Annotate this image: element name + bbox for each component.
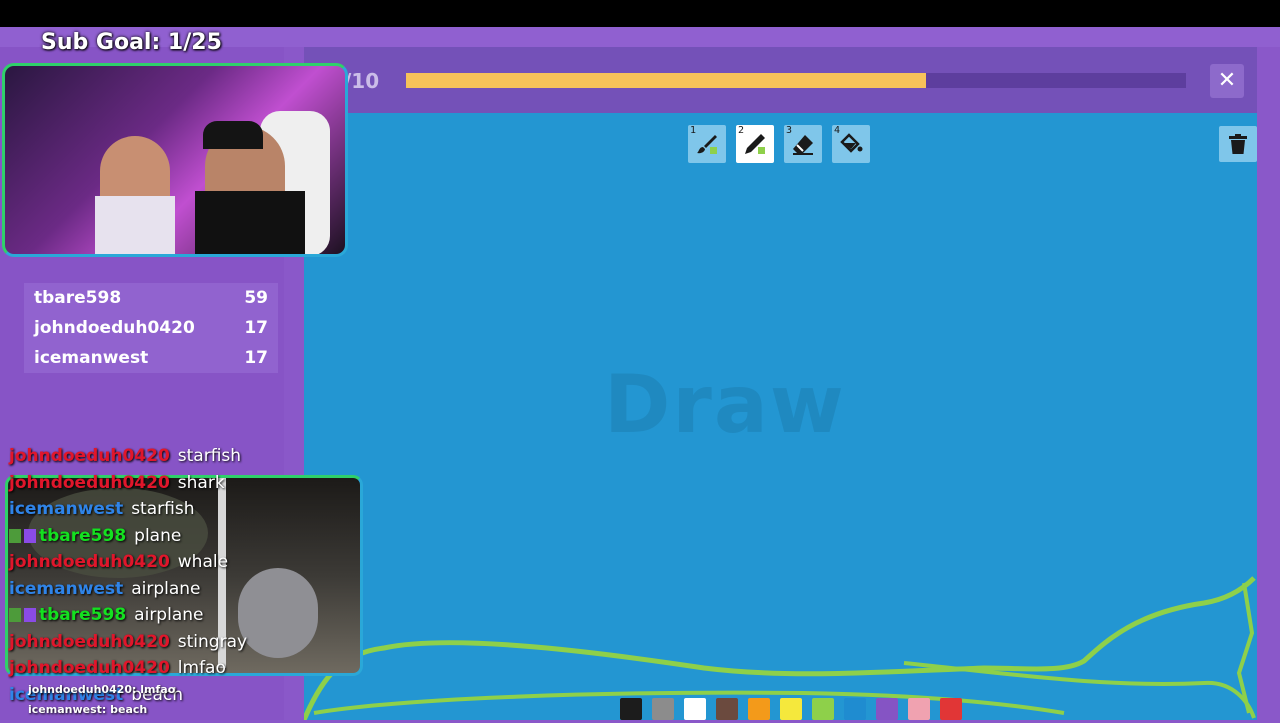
color-swatch[interactable]	[812, 698, 834, 720]
chat-text: shark	[177, 472, 225, 493]
chat-text: lmfao	[177, 658, 226, 678]
mini-chat-line: johndoeduh0420: lmfao	[28, 683, 176, 696]
color-swatch[interactable]	[652, 698, 674, 720]
player-name: icemanwest	[34, 348, 149, 368]
player-score: 17	[244, 318, 268, 338]
streamer-hat	[203, 121, 263, 149]
chat-message: tbare598 airplane	[9, 605, 339, 632]
chat-message: johndoeduh0420 starfish	[9, 446, 339, 473]
score-row: icemanwest 17	[24, 343, 278, 373]
player-name: tbare598	[34, 288, 122, 308]
timer-progress-fill	[406, 73, 927, 88]
chat-message: icemanwest starfish	[9, 499, 339, 526]
mini-chat-line: icemanwest: beach	[28, 703, 148, 716]
chat-message: johndoeduh0420 lmfao	[9, 658, 339, 685]
player-name: johndoeduh0420	[34, 318, 195, 338]
chat-message: icemanwest airplane	[9, 579, 339, 606]
player-score: 59	[244, 288, 268, 308]
chat-text: starfish	[131, 499, 195, 519]
chat-text: plane	[134, 525, 182, 546]
game-header: /10 ✕	[304, 47, 1257, 113]
chat-username: tbare598	[39, 525, 127, 546]
chat-username: johndoeduh0420	[9, 658, 170, 678]
chat-username: icemanwest	[9, 499, 124, 519]
bits-badge-icon	[24, 608, 36, 622]
chat-username: icemanwest	[9, 578, 124, 599]
color-swatch[interactable]	[620, 698, 642, 720]
chat-text: airplane	[134, 605, 204, 625]
drawing-stroke	[304, 576, 1256, 720]
color-swatch[interactable]	[684, 698, 706, 720]
stream-top-bar	[0, 0, 1280, 27]
scoreboard: tbare598 59 johndoeduh0420 17 icemanwest…	[24, 283, 278, 373]
chat-overlay: johndoeduh0420 starfish johndoeduh0420 shar…	[9, 446, 339, 711]
color-swatch[interactable]	[876, 698, 898, 720]
drawing-canvas[interactable]: Draw 1 2 3 4	[304, 113, 1257, 720]
color-swatch[interactable]	[748, 698, 770, 720]
chat-username: johndoeduh0420	[9, 631, 170, 652]
streamer-shirt	[95, 196, 175, 254]
close-button[interactable]: ✕	[1210, 64, 1244, 98]
chat-username: tbare598	[39, 605, 127, 625]
round-counter: /10	[344, 69, 380, 93]
color-swatch[interactable]	[908, 698, 930, 720]
score-row: johndoeduh0420 17	[24, 313, 278, 343]
drawing-game: /10 ✕ Draw 1 2 3 4	[304, 47, 1257, 720]
chat-text: starfish	[177, 446, 242, 466]
color-palette	[620, 698, 962, 720]
timer-progress-bar	[406, 73, 1186, 88]
chat-message: johndoeduh0420 whale	[9, 552, 339, 579]
chat-username: johndoeduh0420	[9, 472, 170, 493]
sub-goal-label: Sub Goal: 1/25	[41, 30, 222, 55]
chat-message: johndoeduh0420 stingray	[9, 632, 339, 659]
chat-text: stingray	[177, 631, 248, 652]
subscriber-badge-icon	[9, 608, 21, 622]
bits-badge-icon	[24, 528, 36, 543]
chat-message: johndoeduh0420 shark	[9, 473, 339, 500]
color-swatch[interactable]	[844, 698, 866, 720]
color-swatch[interactable]	[780, 698, 802, 720]
streamer-webcam	[2, 63, 348, 257]
chat-text: airplane	[131, 578, 201, 599]
score-row: tbare598 59	[24, 283, 278, 313]
streamer-shirt	[195, 191, 305, 254]
mini-chat: johndoeduh0420: lmfao icemanwest: beach	[28, 683, 175, 723]
chat-username: johndoeduh0420	[9, 446, 170, 466]
color-swatch[interactable]	[940, 698, 962, 720]
chat-username: johndoeduh0420	[9, 552, 170, 572]
color-swatch[interactable]	[716, 698, 738, 720]
chat-message: tbare598 plane	[9, 526, 339, 553]
player-score: 17	[244, 348, 268, 368]
chat-text: whale	[177, 552, 229, 572]
subscriber-badge-icon	[9, 528, 21, 543]
